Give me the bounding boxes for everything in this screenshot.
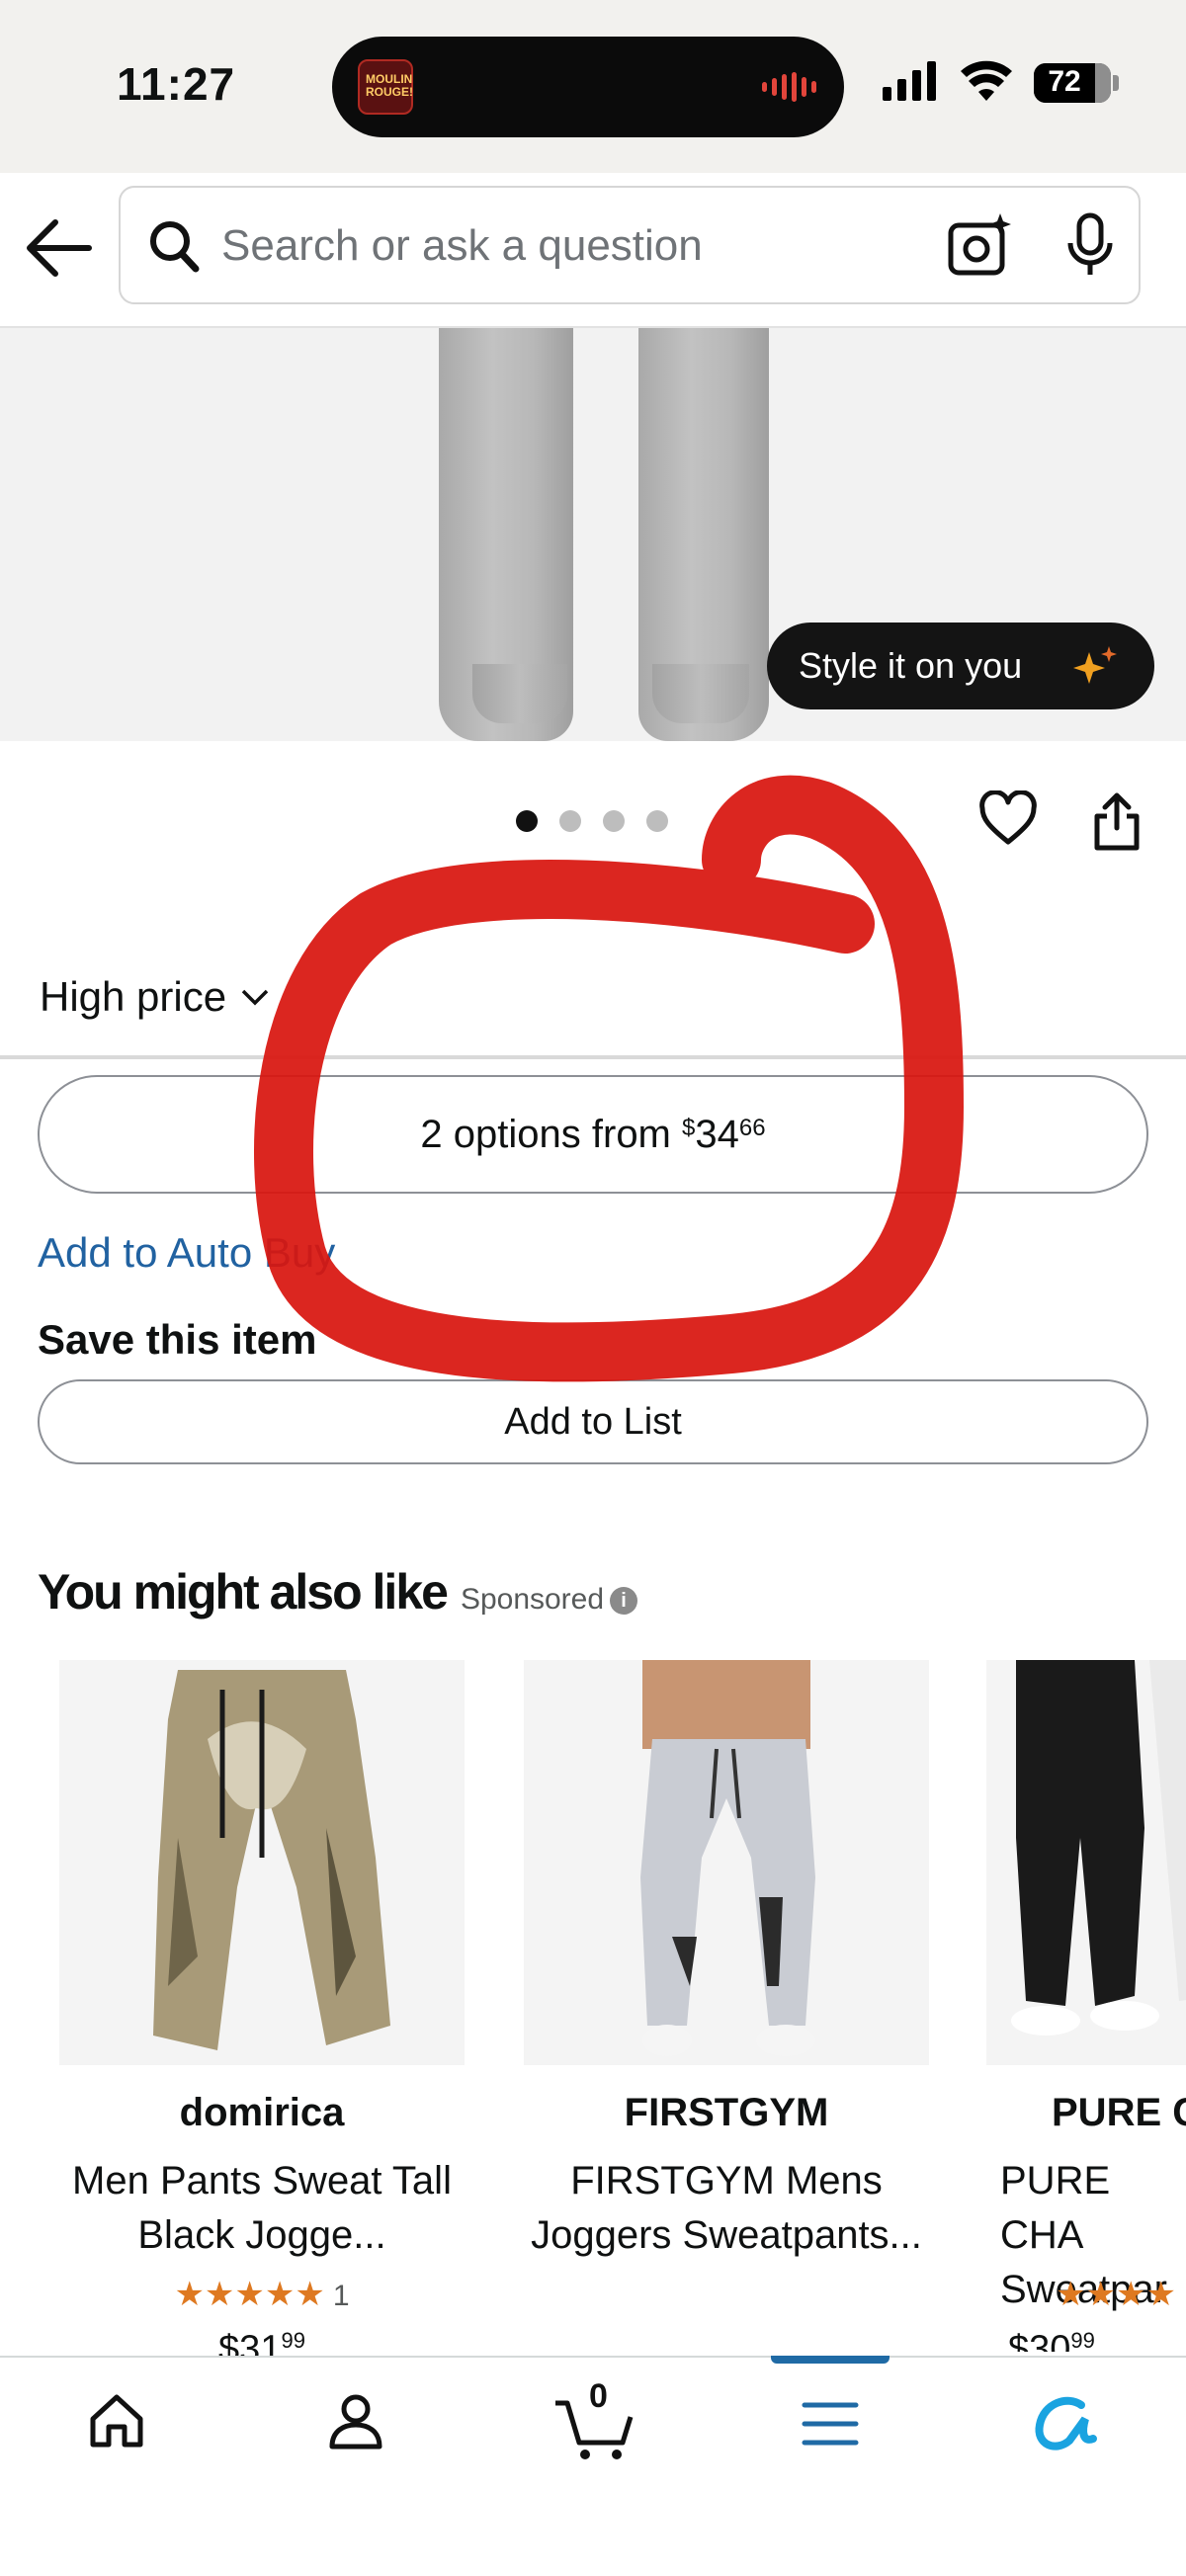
battery-level: 72 [1048, 65, 1081, 98]
product-brand: domirica [179, 2091, 345, 2134]
battery-tip [1113, 75, 1119, 91]
camera-lens-icon[interactable] [945, 211, 1014, 281]
product-card[interactable]: PURE C PURE CHA Sweatpar ★★★★ $3099 [986, 1660, 1186, 2352]
status-bar: 11:27 MOULIN ROUGE! 72 [0, 0, 1186, 173]
section-divider [0, 1055, 1186, 1059]
price-fraction: 99 [281, 2328, 305, 2353]
rufus-icon[interactable] [1032, 2393, 1099, 2456]
home-icon[interactable] [85, 2389, 148, 2452]
product-thumbnail[interactable] [524, 1660, 929, 2065]
sort-label: High price [40, 973, 227, 1020]
search-bar[interactable] [119, 186, 1141, 304]
price-fraction: 66 [738, 1115, 766, 1141]
product-title[interactable]: FIRSTGYM Mens Joggers Sweatpants... [524, 2154, 929, 2263]
price-whole: $30 [1008, 2328, 1071, 2352]
recommendations-header: You might also like Sponsored i [38, 1563, 638, 1620]
sort-dropdown[interactable]: High price [40, 973, 270, 1021]
info-icon[interactable]: i [610, 1587, 638, 1616]
image-carousel-dots[interactable] [516, 810, 668, 832]
recommendations-heading: You might also like [38, 1564, 449, 1620]
product-brand: PURE C [1052, 2091, 1186, 2134]
black-joggers-image [986, 1660, 1186, 2065]
audio-waveform-icon [762, 72, 816, 102]
carousel-dot[interactable] [559, 810, 581, 832]
style-button-label: Style it on you [799, 645, 1023, 686]
active-tab-indicator [771, 2356, 890, 2364]
star-rating: ★★★★ [1056, 2275, 1186, 2314]
carousel-dot[interactable] [603, 810, 625, 832]
now-playing-album-art: MOULIN ROUGE! [358, 59, 413, 115]
add-to-auto-buy-link[interactable]: Add to Auto Buy [38, 1229, 335, 1277]
see-options-button[interactable]: 2 options from $ 34 66 [38, 1075, 1148, 1194]
account-icon[interactable] [324, 2389, 387, 2452]
status-time: 11:27 [117, 58, 236, 110]
left-cuff [472, 664, 567, 723]
cellular-signal-icon [883, 59, 936, 101]
search-input[interactable] [221, 211, 1012, 281]
star-rating: ★★★★★ 1 [59, 2275, 465, 2314]
search-icon [150, 221, 200, 273]
price-whole: 34 [695, 1112, 739, 1156]
review-count: 1 [332, 2280, 350, 2312]
product-card[interactable]: domirica Men Pants Sweat Tall Black Jogg… [59, 1660, 465, 2370]
sparkle-icon [1073, 646, 1117, 684]
add-to-list-button[interactable]: Add to List [38, 1379, 1148, 1464]
product-thumbnail[interactable] [59, 1660, 465, 2065]
style-it-on-you-button[interactable]: Style it on you [767, 623, 1154, 709]
cart-count: 0 [589, 2377, 608, 2415]
sponsored-text: Sponsored [460, 1583, 605, 1616]
album-text: MOULIN ROUGE! [366, 72, 413, 99]
rating-stars: ★★★★ [1056, 2276, 1176, 2313]
grey-joggers-image [640, 1660, 815, 2056]
back-arrow-icon[interactable] [24, 215, 95, 281]
wifi-icon [961, 60, 1012, 101]
price-currency: $ [682, 1115, 696, 1141]
product-price: $3099 [1008, 2328, 1186, 2352]
product-thumbnail[interactable] [986, 1660, 1186, 2065]
rating-stars: ★★★★★ [174, 2276, 325, 2313]
product-title[interactable]: Men Pants Sweat Tall Black Jogge... [59, 2154, 465, 2263]
price-fraction: 99 [1070, 2328, 1095, 2352]
product-card[interactable]: FIRSTGYM FIRSTGYM Mens Joggers Sweatpant… [524, 1660, 929, 2420]
options-label: 2 options from [420, 1112, 682, 1156]
carousel-dot[interactable] [646, 810, 668, 832]
camo-pants-image [153, 1670, 390, 2050]
battery-icon: 72 [1034, 63, 1111, 103]
dynamic-island[interactable]: MOULIN ROUGE! [332, 37, 844, 137]
heart-icon[interactable] [978, 790, 1038, 848]
menu-icon[interactable] [799, 2397, 862, 2451]
carousel-dot[interactable] [516, 810, 538, 832]
right-cuff [652, 664, 749, 723]
chevron-down-icon [241, 989, 269, 1006]
product-brand: FIRSTGYM [624, 2091, 829, 2134]
sponsored-label[interactable]: Sponsored i [460, 1583, 638, 1617]
save-item-heading: Save this item [38, 1316, 317, 1363]
share-icon[interactable] [1091, 790, 1143, 852]
microphone-icon[interactable] [1061, 211, 1121, 281]
